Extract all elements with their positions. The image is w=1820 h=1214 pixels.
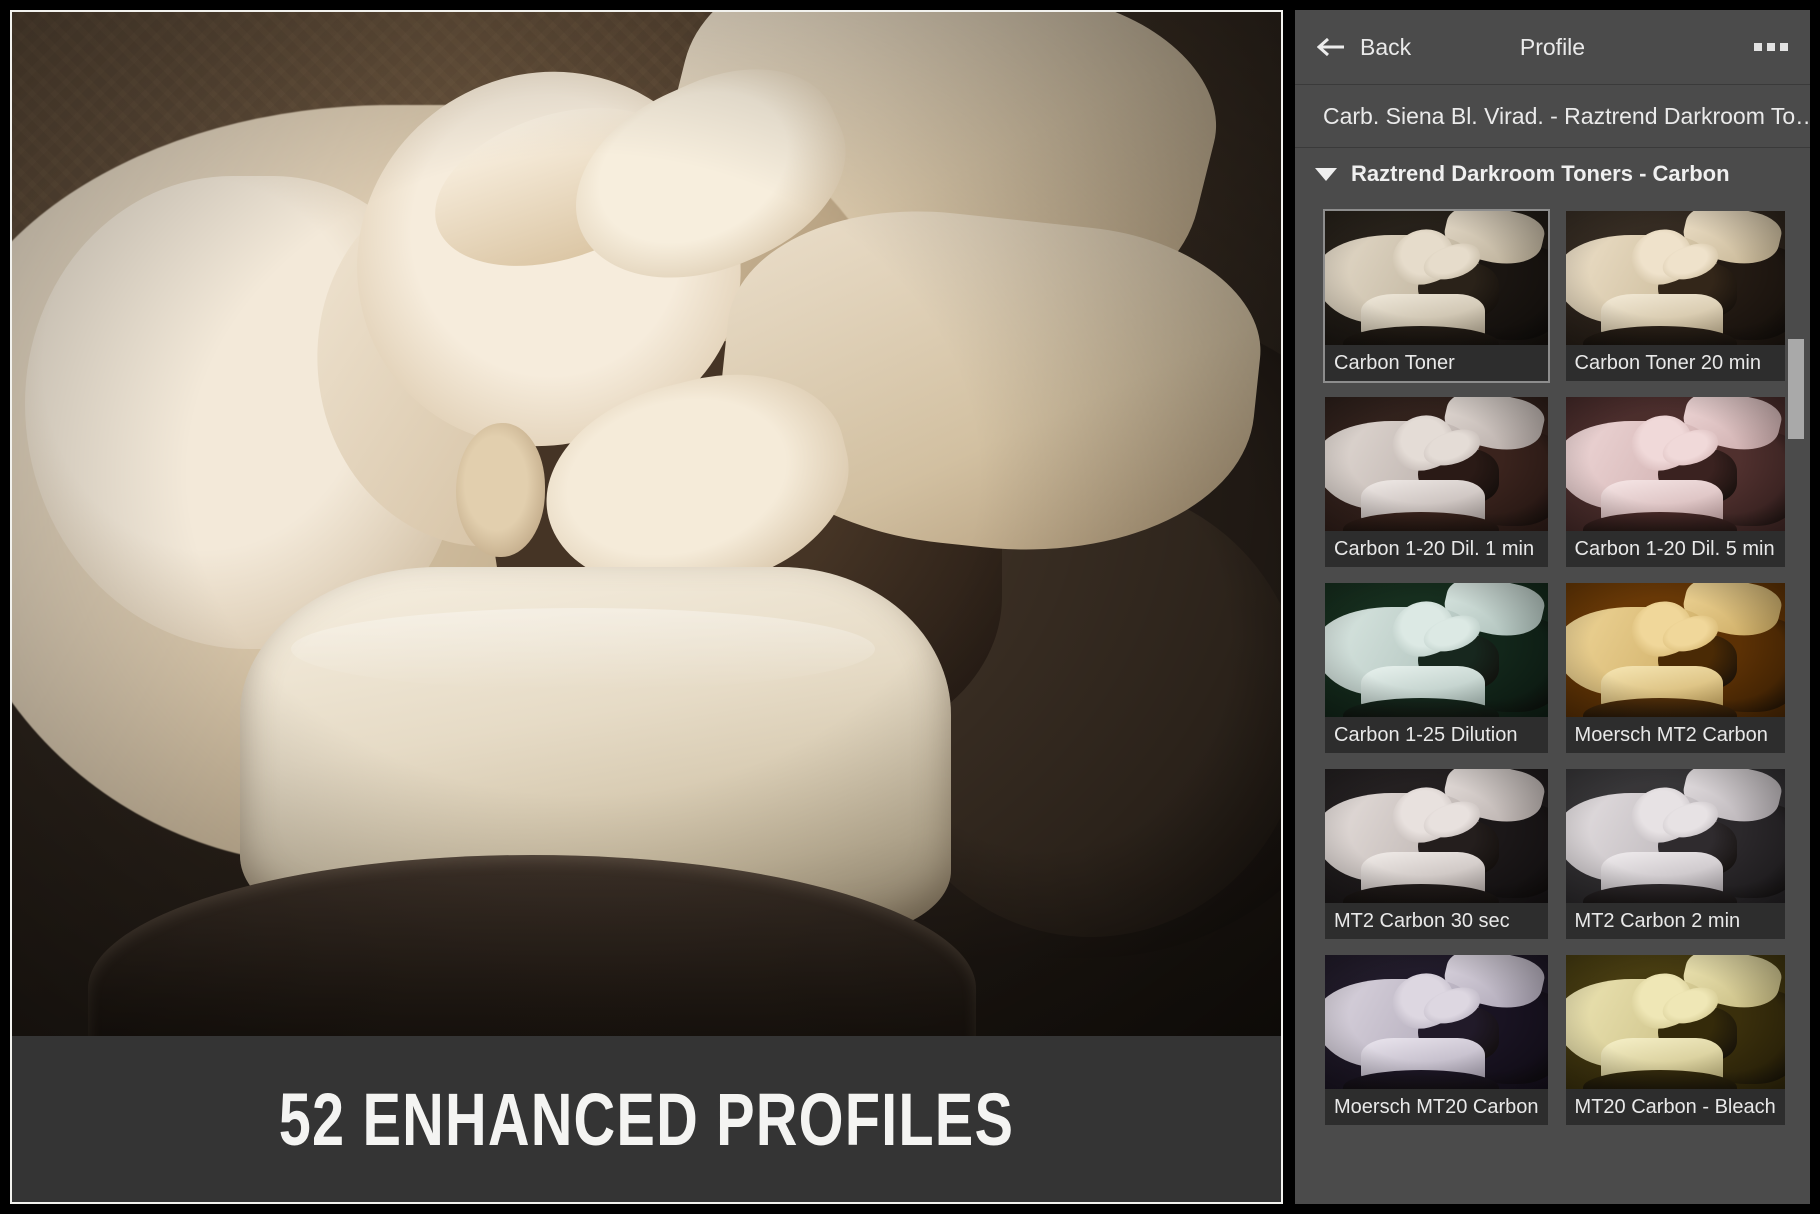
- profile-thumbnail[interactable]: Carbon 1-20 Dil. 5 min: [1564, 395, 1787, 569]
- back-button[interactable]: Back: [1317, 34, 1411, 61]
- more-options-icon[interactable]: [1754, 43, 1788, 51]
- profile-grid: Carbon Toner Carbon Toner 20 min Carbon 1-…: [1295, 199, 1810, 1204]
- thumbnail-artwork: [1565, 769, 1785, 903]
- profile-thumbnail-label: Moersch MT20 Carbon: [1325, 1089, 1548, 1125]
- thumbnail-artwork: [1325, 769, 1548, 903]
- thumbnail-artwork: [1565, 955, 1785, 1089]
- profile-thumbnail-label: Carbon 1-20 Dil. 1 min: [1325, 531, 1548, 567]
- profile-thumbnail[interactable]: Moersch MT20 Carbon: [1323, 953, 1550, 1127]
- thumbnail-artwork: [1565, 583, 1785, 717]
- profile-thumbnail-label: Carbon Toner: [1325, 345, 1548, 381]
- profile-thumbnail-image: [1325, 397, 1548, 531]
- thumbnail-artwork: [1325, 583, 1548, 717]
- profile-thumbnail-image: [1565, 583, 1785, 717]
- profile-thumbnail-image: [1325, 769, 1548, 903]
- profile-thumbnail[interactable]: MT2 Carbon 2 min: [1564, 767, 1787, 941]
- profile-thumbnail-label: Carbon 1-25 Dilution: [1325, 717, 1548, 753]
- profile-thumbnail-image: [1565, 955, 1785, 1089]
- preview-frame: 52 ENHANCED PROFILES: [10, 10, 1283, 1204]
- main-photo[interactable]: [12, 12, 1281, 1040]
- thumbnail-artwork: [1565, 397, 1785, 531]
- profile-thumbnail[interactable]: Carbon 1-20 Dil. 1 min: [1323, 395, 1550, 569]
- arrow-left-icon: [1317, 36, 1347, 58]
- panel-titlebar: Back Profile: [1295, 10, 1810, 84]
- thumbnail-artwork: [1325, 211, 1548, 345]
- profile-thumbnail[interactable]: Moersch MT2 Carbon: [1564, 581, 1787, 755]
- profile-thumbnail[interactable]: Carbon Toner: [1323, 209, 1550, 383]
- banner-text: 52 ENHANCED PROFILES: [278, 1077, 1015, 1161]
- screenshot-root: 52 ENHANCED PROFILES Back Profile Carb. …: [0, 0, 1820, 1214]
- profile-thumbnail[interactable]: Carbon Toner 20 min: [1564, 209, 1787, 383]
- profile-thumbnail-image: [1325, 955, 1548, 1089]
- profile-thumbnail[interactable]: Carbon 1-25 Dilution: [1323, 581, 1550, 755]
- panel-scrollbar-track[interactable]: [1788, 199, 1804, 1198]
- current-profile-name[interactable]: Carb. Siena Bl. Virad. - Raztrend Darkro…: [1295, 85, 1810, 147]
- profile-group-header[interactable]: Raztrend Darkroom Toners - Carbon: [1295, 148, 1810, 200]
- profile-thumbnail-image: [1565, 769, 1785, 903]
- profile-thumbnail-image: [1325, 211, 1548, 345]
- profile-thumbnail-label: MT2 Carbon 30 sec: [1325, 903, 1548, 939]
- profile-group-label: Raztrend Darkroom Toners - Carbon: [1351, 161, 1730, 186]
- profile-thumbnail-label: Carbon Toner 20 min: [1565, 345, 1785, 381]
- profile-thumbnail-label: MT2 Carbon 2 min: [1565, 903, 1785, 939]
- photo-artwork: [12, 12, 1281, 1040]
- panel-scrollbar-thumb[interactable]: [1788, 338, 1804, 439]
- back-label: Back: [1360, 33, 1412, 60]
- thumbnail-artwork: [1325, 397, 1548, 531]
- profile-thumbnail-image: [1565, 397, 1785, 531]
- profile-panel: Back Profile Carb. Siena Bl. Virad. - Ra…: [1295, 10, 1810, 1204]
- profile-thumbnail-image: [1325, 583, 1548, 717]
- chevron-down-icon: [1315, 167, 1337, 181]
- thumbnail-artwork: [1325, 955, 1548, 1089]
- profile-thumbnail-image: [1565, 211, 1785, 345]
- profile-thumbnail-label: Carbon 1-20 Dil. 5 min: [1565, 531, 1785, 567]
- profile-thumbnail-label: Moersch MT2 Carbon: [1565, 717, 1785, 753]
- profile-thumbnail-label: MT20 Carbon - Bleach: [1565, 1089, 1785, 1125]
- thumbnail-artwork: [1565, 211, 1785, 345]
- profile-thumbnail[interactable]: MT2 Carbon 30 sec: [1323, 767, 1550, 941]
- banner-bar: 52 ENHANCED PROFILES: [12, 1036, 1281, 1202]
- profile-thumbnail[interactable]: MT20 Carbon - Bleach: [1564, 953, 1787, 1127]
